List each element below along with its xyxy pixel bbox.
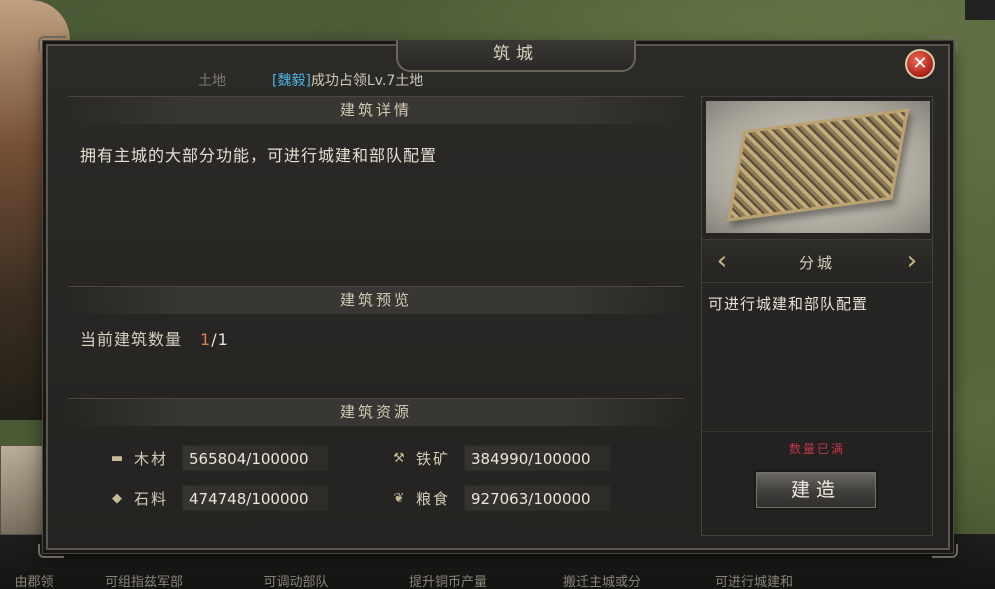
resource-label: 石料 <box>134 489 169 508</box>
building-preview-image <box>706 101 930 233</box>
building-name: 分城 <box>798 254 835 272</box>
building-count-label: 当前建筑数量 <box>80 330 183 349</box>
background-tab: 可组指兹军部 <box>104 575 183 589</box>
building-count-current: 1 <box>200 330 212 349</box>
resource-label: 粮食 <box>416 489 451 508</box>
hud-corner <box>965 0 995 20</box>
wood-icon: ▬ <box>110 451 124 466</box>
background-building-thumbnail <box>0 445 48 535</box>
resource-value: 384990/100000 <box>464 445 610 471</box>
build-button[interactable]: 建造 <box>754 470 878 510</box>
build-action-area: 数量已满 建造 <box>702 431 932 535</box>
building-description: 拥有主城的大部分功能，可进行城建和部队配置 <box>80 146 438 165</box>
resource-stone: ◆ 石料 474748/100000 <box>106 484 328 512</box>
status-note: 数量已满 <box>788 442 845 456</box>
resource-grain: ❦ 粮食 927063/100000 <box>388 484 610 512</box>
frame-corner <box>932 544 958 558</box>
background-tab: 可进行城建和 <box>714 575 793 589</box>
ticker-player-name[interactable]: [魏毅] <box>272 73 311 89</box>
iron-icon: ⚒ <box>393 451 405 466</box>
background-tab: 提升铜币产量 <box>408 575 487 589</box>
building-info-panel: 建筑详情 拥有主城的大部分功能，可进行城建和部队配置 建筑预览 当前建筑数量 1/… <box>68 96 684 536</box>
resource-value: 927063/100000 <box>464 485 610 511</box>
ticker-message: 成功占领Lv.7土地 <box>310 73 424 89</box>
frame-corner <box>38 544 64 558</box>
background-tab: 可调动部队 <box>263 575 329 589</box>
preview-heading: 建筑预览 <box>68 286 684 314</box>
news-ticker: 土地 [魏毅]成功占领Lv.7土地 <box>198 70 423 90</box>
next-building-arrow-icon[interactable]: › <box>900 246 924 278</box>
building-selector: ‹ 分城 › <box>702 239 932 283</box>
resource-label: 木材 <box>134 449 169 468</box>
resource-value: 474748/100000 <box>182 485 328 511</box>
resource-label: 铁矿 <box>416 449 451 468</box>
resource-iron: ⚒ 铁矿 384990/100000 <box>388 444 610 472</box>
building-count-row: 当前建筑数量 1/1 <box>80 326 229 350</box>
close-button[interactable]: ✕ <box>905 49 935 79</box>
ticker-faded-text: 土地 <box>198 73 226 89</box>
building-short-description: 可进行城建和部队配置 <box>708 295 869 313</box>
background-tab: 搬迁主城或分 <box>562 575 641 589</box>
building-select-panel: ‹ 分城 › 可进行城建和部队配置 数量已满 建造 <box>701 96 933 536</box>
resource-wood: ▬ 木材 565804/100000 <box>106 444 328 472</box>
stone-icon: ◆ <box>112 491 122 506</box>
branch-city-model <box>726 108 910 222</box>
details-heading: 建筑详情 <box>68 96 684 124</box>
grain-icon: ❦ <box>393 491 405 506</box>
resource-value: 565804/100000 <box>182 445 328 471</box>
dialog-title: 筑城 <box>396 40 636 72</box>
building-count-total: /1 <box>211 330 229 349</box>
build-city-dialog: 筑城 ✕ 土地 [魏毅]成功占领Lv.7土地 建筑详情 拥有主城的大部分功能，可进… <box>38 36 958 558</box>
resources-heading: 建筑资源 <box>68 398 684 426</box>
